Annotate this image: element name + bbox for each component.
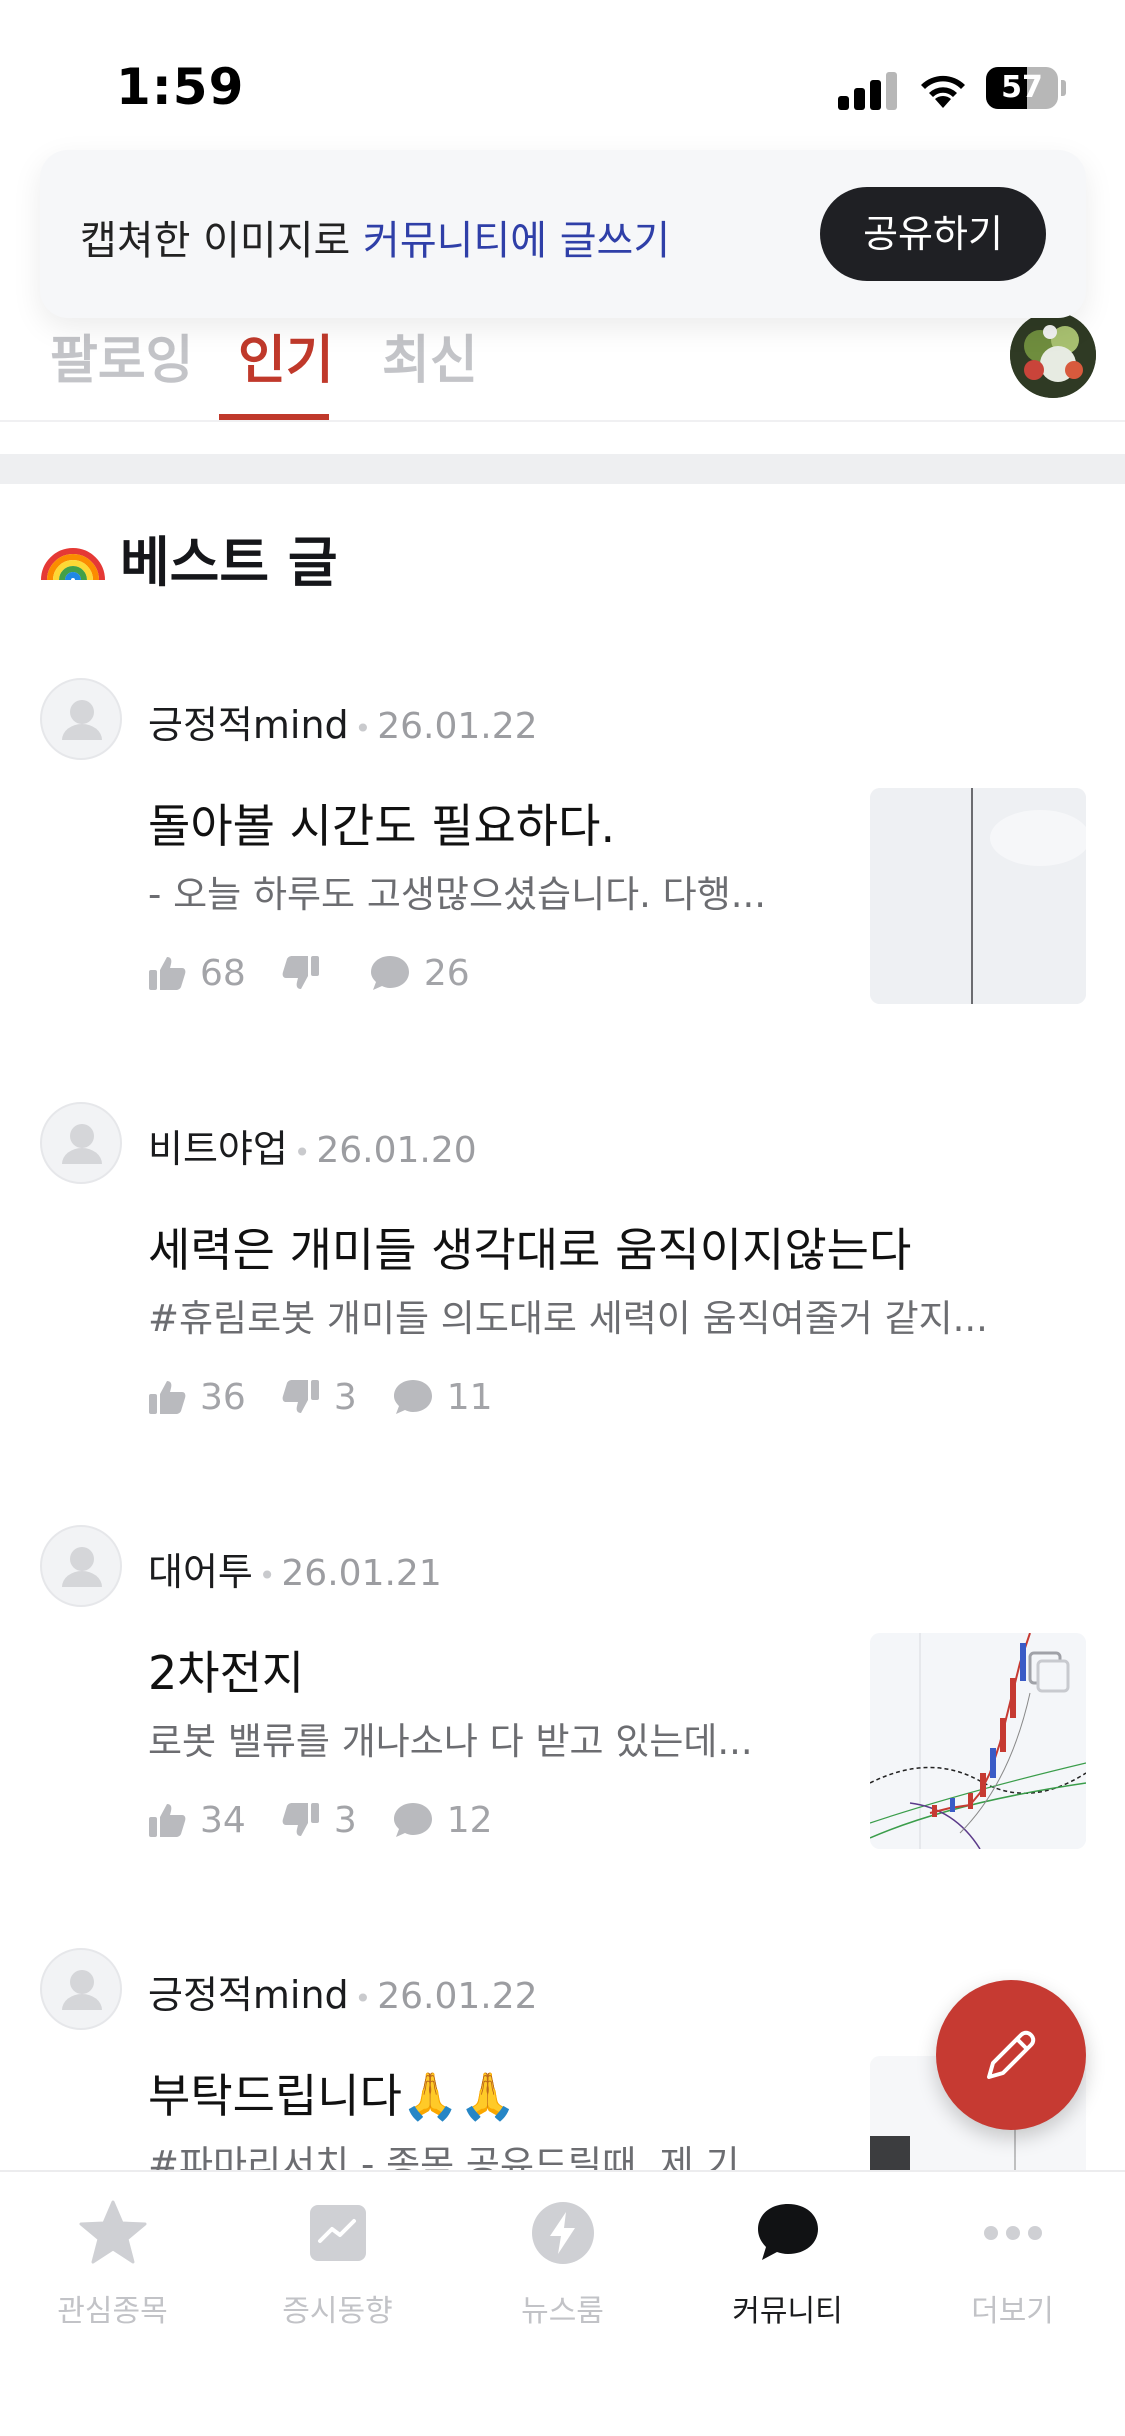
nav-community[interactable]: 커뮤니티 (675, 2198, 900, 2330)
battery-level: 57 (1001, 70, 1043, 105)
best-posts-title: 베스트 글 (120, 530, 338, 594)
chart-icon (309, 2205, 366, 2261)
nav-label: 커뮤니티 (732, 2294, 843, 2329)
bottom-navigation: 관심종목 증시동향 뉴스룸 커뮤니티 더보기 (0, 2170, 1125, 2436)
thumbs-up-icon (149, 1804, 186, 1837)
star-icon (79, 2200, 146, 2264)
thumbs-up-icon (149, 1381, 186, 1414)
like-count: 36 (200, 1376, 246, 1418)
dislike-button[interactable]: 3 (282, 1377, 357, 1418)
post-snippet: - 오늘 하루도 고생많으셨습니다. 다행... (148, 873, 767, 916)
nav-label: 증시동향 (282, 2294, 393, 2329)
post-author[interactable]: 비트야업 (148, 1127, 288, 1171)
rainbow-icon (41, 548, 105, 581)
comment-button[interactable]: 26 (370, 953, 470, 994)
profile-avatar[interactable] (1010, 312, 1096, 398)
post-title[interactable]: 2차전지 (148, 1637, 304, 1703)
comment-count: 11 (446, 1376, 493, 1418)
post-author[interactable]: 긍정적mind (148, 703, 349, 747)
like-button[interactable]: 68 (148, 953, 246, 994)
post-meta: 긍정적mind • 26.01.22 (148, 703, 538, 747)
post-snippet: #파마리서치 - 종목 공유드릴때, 제 기 (148, 2143, 740, 2170)
more-icon (983, 2226, 1042, 2240)
comment-icon (393, 1380, 432, 1414)
nav-newsroom[interactable]: 뉴스룸 (450, 2198, 675, 2330)
post-stats: 34 3 12 (148, 1795, 529, 1845)
dislike-button[interactable]: 3 (282, 1800, 357, 1841)
thumbs-up-icon (149, 957, 186, 990)
post-meta: 대어투 • 26.01.21 (148, 1550, 442, 1594)
post-thumbnail[interactable] (870, 1633, 1086, 1849)
author-avatar[interactable] (40, 1102, 122, 1184)
comment-count: 26 (423, 952, 470, 994)
post-date: 26.01.21 (281, 1553, 442, 1594)
dislike-count: 3 (333, 1799, 357, 1841)
nav-label: 관심종목 (57, 2294, 168, 2329)
section-divider (0, 454, 1125, 484)
post-snippet: 로봇 밸류를 개나소나 다 받고 있는데... (148, 1720, 753, 1763)
post-snippet: #휴림로봇 개미들 의도대로 세력이 움직여줄거 같지... (148, 1297, 988, 1340)
post-date: 26.01.20 (316, 1130, 477, 1171)
tab-latest[interactable]: 최신 (382, 318, 478, 393)
pencil-icon (987, 2030, 1036, 2079)
post-title[interactable]: 돌아볼 시간도 필요하다. (148, 790, 615, 856)
post-title[interactable]: 세력은 개미들 생각대로 움직이지않는다 (148, 1214, 911, 1280)
status-time: 1:59 (116, 58, 245, 116)
like-count: 34 (200, 1799, 246, 1841)
author-avatar[interactable] (40, 1948, 122, 2030)
tab-following[interactable]: 팔로잉 (50, 318, 194, 393)
battery-icon: 57 (986, 67, 1066, 109)
nav-watchlist[interactable]: 관심종목 (0, 2198, 225, 2330)
thumbs-down-icon (282, 1380, 319, 1413)
nav-more[interactable]: 더보기 (900, 2198, 1125, 2330)
comment-button[interactable]: 12 (393, 1800, 493, 1841)
author-avatar[interactable] (40, 1525, 122, 1607)
comment-button[interactable]: 11 (393, 1377, 493, 1418)
nav-label: 더보기 (971, 2294, 1054, 2329)
cellular-signal-icon (838, 72, 898, 110)
lightning-icon (531, 2202, 594, 2264)
post-meta: 비트야업 • 26.01.20 (148, 1127, 477, 1171)
share-capture-banner[interactable]: 캡쳐한 이미지로 커뮤니티에 글쓰기 공유하기 (40, 150, 1086, 318)
comment-icon (370, 956, 409, 990)
post-stats: 36 3 11 (148, 1372, 529, 1422)
nav-label: 뉴스룸 (521, 2294, 604, 2329)
post-author[interactable]: 대어투 (148, 1550, 253, 1594)
post-item[interactable]: 긍정적mind • 26.01.22 돌아볼 시간도 필요하다. - 오늘 하루도 … (0, 678, 1125, 1018)
post-item[interactable]: 대어투 • 26.01.21 2차전지 로봇 밸류를 개나소나 다 받고 있는데..… (0, 1525, 1125, 1865)
active-tab-indicator (219, 414, 329, 420)
community-tabs: 팔로잉 인기 최신 (0, 300, 1125, 422)
share-banner-link[interactable]: 커뮤니티에 글쓰기 (363, 218, 670, 264)
chat-bubble-icon (757, 2204, 818, 2260)
share-banner-text: 캡쳐한 이미지로 커뮤니티에 글쓰기 (80, 218, 671, 264)
nav-market-trends[interactable]: 증시동향 (225, 2198, 450, 2330)
post-meta: 긍정적mind • 26.01.22 (148, 1973, 538, 2017)
author-avatar[interactable] (40, 678, 122, 760)
best-posts-header: 베스트 글 (40, 522, 338, 594)
post-stats: 68 26 (148, 948, 506, 998)
post-item[interactable]: 비트야업 • 26.01.20 세력은 개미들 생각대로 움직이지않는다 #휴림로봇… (0, 1102, 1125, 1442)
tab-popular[interactable]: 인기 (238, 318, 334, 393)
write-post-button[interactable] (936, 1980, 1086, 2130)
post-author[interactable]: 긍정적mind (148, 1973, 349, 2017)
like-button[interactable]: 36 (148, 1377, 246, 1418)
comment-count: 12 (446, 1799, 493, 1841)
status-bar: 1:59 57 (0, 0, 1125, 150)
dislike-button[interactable] (282, 955, 334, 991)
post-thumbnail[interactable] (870, 788, 1086, 1004)
thumbs-down-icon (282, 1803, 319, 1836)
post-title[interactable]: 부탁드립니다🙏🙏 (148, 2060, 516, 2126)
like-button[interactable]: 34 (148, 1800, 246, 1841)
comment-icon (393, 1803, 432, 1837)
thumbs-down-icon (282, 956, 319, 989)
wifi-icon (921, 75, 965, 108)
share-button[interactable]: 공유하기 (820, 187, 1046, 281)
post-date: 26.01.22 (377, 1976, 538, 2017)
post-date: 26.01.22 (377, 706, 538, 747)
dislike-count: 3 (333, 1376, 357, 1418)
like-count: 68 (200, 952, 246, 994)
